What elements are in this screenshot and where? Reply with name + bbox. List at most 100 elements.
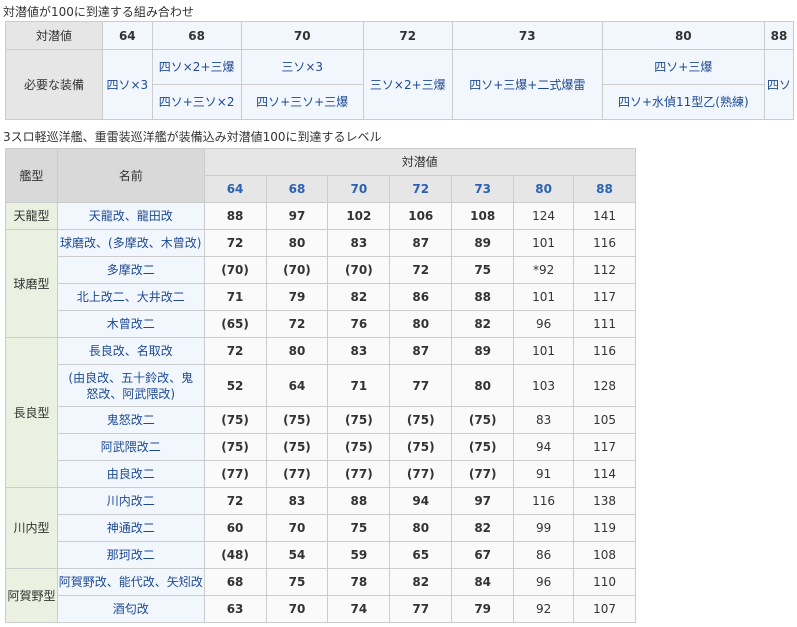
ship-type-cell: 天龍型: [5, 202, 58, 230]
level-cell: 108: [451, 202, 515, 230]
level-cell: 68: [203, 568, 267, 596]
ship-name-link[interactable]: 鬼怒改二: [56, 406, 205, 434]
level-cell: 54: [265, 541, 329, 569]
level-cell: 94: [513, 433, 575, 461]
level-cell: (75): [451, 406, 515, 434]
level-cell: (75): [203, 406, 267, 434]
col-header: 70: [327, 175, 391, 203]
table-row: 由良改二 (77) (77) (77) (77) (77) 91 114: [6, 460, 636, 488]
level-cell: 60: [203, 514, 267, 542]
col-header: 64: [203, 175, 267, 203]
level-cell: 83: [513, 406, 575, 434]
ship-type-cell: 川内型: [5, 487, 58, 569]
level-cell: 83: [327, 337, 391, 365]
col-header: 72: [362, 21, 453, 50]
ship-name-link[interactable]: 多摩改二: [56, 256, 205, 284]
required-equipment-label: 必要な装備: [5, 49, 103, 120]
level-cell: 141: [573, 202, 636, 230]
level-cell: 71: [203, 283, 267, 311]
table-row: 川内型 川内改二 72 83 88 94 97 116 138: [5, 487, 636, 569]
level-cell: (70): [203, 256, 267, 284]
ship-name-link[interactable]: 酒匂改: [56, 595, 205, 623]
level-cell: 110: [573, 568, 636, 596]
level-cell: 101: [513, 283, 575, 311]
level-cell: 89: [451, 337, 515, 365]
level-cell: 138: [573, 487, 636, 515]
ship-name-link[interactable]: 球磨改、(多摩改、木曾改): [56, 229, 205, 257]
equipment-link[interactable]: 四ソ+三ソ×2: [151, 84, 242, 120]
col-header: 80: [601, 21, 765, 50]
ship-name-link[interactable]: 阿賀野改、能代改、矢矧改: [56, 568, 205, 596]
level-cell: 96: [513, 310, 575, 338]
table-row: 鬼怒改二 (75) (75) (75) (75) (75) 83 105: [6, 406, 636, 434]
level-cell: 80: [265, 337, 329, 365]
level-cell: 84: [451, 568, 515, 596]
level-cell: 75: [451, 256, 515, 284]
ship-name-link[interactable]: 北上改二、大井改二: [56, 283, 205, 311]
col-header: 88: [573, 175, 636, 203]
ship-name-link[interactable]: 川内改二: [56, 487, 205, 515]
level-cell: 111: [573, 310, 636, 338]
level-cell: (65): [203, 310, 267, 338]
level-cell: 74: [327, 595, 391, 623]
asw-combination-table: 対潜値 64 68 70 72 73 80 88 必要な装備 四ソ×3 四ソ×2…: [5, 21, 795, 120]
table-row: 神通改二 60 70 75 80 82 99 119: [6, 514, 636, 542]
ship-name-link[interactable]: (由良改、五十鈴改、鬼怒改、阿武隈改): [56, 364, 205, 407]
level-cell: 80: [265, 229, 329, 257]
table-row: 必要な装備 四ソ×3 四ソ×2+三爆 三ソ×3 三ソ×2+三爆 四ソ+三爆+二式…: [5, 49, 795, 120]
equipment-link[interactable]: 四ソ×3: [102, 49, 153, 120]
equipment-link[interactable]: 四ソ×2+三爆: [151, 49, 242, 85]
ship-name-link[interactable]: 長良改、名取改: [56, 337, 205, 365]
table-row: 艦型 名前 対潜値: [5, 148, 637, 203]
level-cell: 117: [573, 283, 636, 311]
col-header: 70: [240, 21, 364, 50]
ship-name-link[interactable]: 神通改二: [56, 514, 205, 542]
level-cell: 86: [389, 283, 453, 311]
col-header: 73: [451, 21, 603, 50]
equipment-link[interactable]: 四ソ+三ソ+三爆: [240, 84, 364, 120]
level-cell: 103: [513, 364, 575, 407]
level-cell: 72: [203, 229, 267, 257]
equipment-link[interactable]: 四ソ+三爆+二式爆雷: [451, 49, 603, 120]
level-cell: 77: [389, 595, 453, 623]
level-cell: 80: [389, 514, 453, 542]
col-header: 68: [265, 175, 329, 203]
equipment-link[interactable]: 三ソ×2+三爆: [362, 49, 453, 120]
level-cell: (77): [451, 460, 515, 488]
level-cell: 112: [573, 256, 636, 284]
level-cell: (70): [327, 256, 391, 284]
equipment-link[interactable]: 四ソ: [763, 49, 795, 120]
level-cell: 99: [513, 514, 575, 542]
level-cell: 82: [451, 514, 515, 542]
ship-name-link[interactable]: 阿武隈改二: [56, 433, 205, 461]
table-row: 阿賀野型 阿賀野改、能代改、矢矧改 68 75 78 82 84 96 110: [5, 568, 636, 623]
level-cell: 97: [265, 202, 329, 230]
level-cell: (48): [203, 541, 267, 569]
ship-name-link[interactable]: 那珂改二: [56, 541, 205, 569]
table1-caption: 対潜値が100に到達する組み合わせ: [3, 5, 194, 19]
equipment-link[interactable]: 四ソ+三爆: [601, 49, 765, 85]
equipment-link[interactable]: 三ソ×3: [240, 49, 364, 85]
level-cell: 92: [513, 595, 575, 623]
level-cell: 82: [389, 568, 453, 596]
level-cell: 88: [203, 202, 267, 230]
level-cell: 79: [265, 283, 329, 311]
level-cell: 88: [451, 283, 515, 311]
level-cell: 75: [327, 514, 391, 542]
level-cell: (75): [203, 433, 267, 461]
ship-name-link[interactable]: 由良改二: [56, 460, 205, 488]
level-cell: 105: [573, 406, 636, 434]
level-cell: 101: [513, 229, 575, 257]
equipment-link[interactable]: 四ソ+水偵11型乙(熟練): [601, 84, 765, 120]
level-cell: (77): [389, 460, 453, 488]
ship-name-link[interactable]: 天龍改、龍田改: [56, 202, 205, 230]
level-cell: 59: [327, 541, 391, 569]
level-cell: 77: [389, 364, 453, 407]
level-table: 艦型 名前 対潜値 64 68 70 72 73 80 88 天龍型 天龍改、龍田…: [5, 148, 637, 623]
ship-name-link[interactable]: 木曾改二: [56, 310, 205, 338]
table-row: 天龍型 天龍改、龍田改 88 97 102 106 108 124 141: [5, 202, 636, 230]
table-row: 阿武隈改二 (75) (75) (75) (75) (75) 94 117: [6, 433, 636, 461]
ship-type-cell: 長良型: [5, 337, 58, 488]
level-cell: *92: [513, 256, 575, 284]
level-cell: 86: [513, 541, 575, 569]
